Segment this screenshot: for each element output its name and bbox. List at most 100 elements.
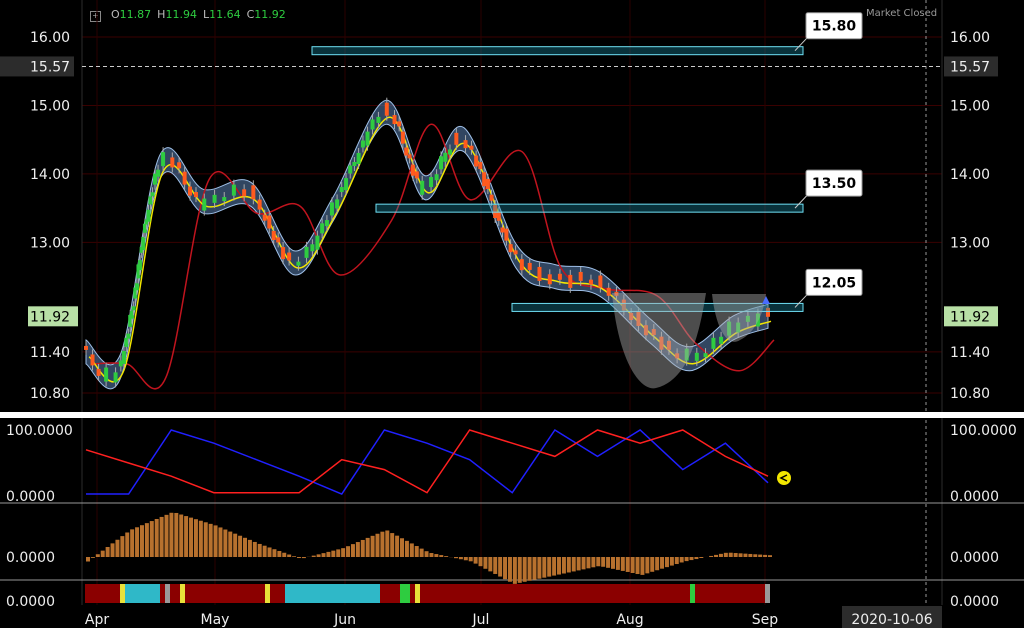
- trend-cell: [205, 584, 210, 603]
- candle: [513, 250, 518, 255]
- macd-bar: [164, 514, 169, 557]
- macd-bar: [90, 557, 95, 558]
- trend-cell: [310, 584, 315, 603]
- aroon-tick-right: 100.0000: [950, 423, 1017, 439]
- macd-bar: [390, 533, 395, 557]
- trend-cell: [420, 584, 425, 603]
- macd-bar: [625, 557, 630, 572]
- macd-bar: [655, 557, 660, 571]
- macd-bar: [346, 546, 351, 557]
- trend-cell: [245, 584, 250, 603]
- trend-cell: [685, 584, 690, 603]
- macd-bar: [135, 527, 140, 557]
- trend-cell: [295, 584, 300, 603]
- y-tick-label-right: 16.00: [950, 30, 990, 46]
- candle: [474, 155, 479, 167]
- macd-bar: [296, 557, 301, 559]
- macd-bar: [620, 557, 625, 571]
- macd-bar: [110, 543, 115, 557]
- candle: [324, 220, 329, 227]
- candle: [392, 115, 397, 125]
- macd-bar: [664, 557, 669, 568]
- candle: [537, 266, 542, 281]
- candle: [356, 152, 361, 164]
- candle: [329, 202, 334, 216]
- macd-bar: [714, 554, 719, 557]
- macd-bar: [218, 527, 223, 557]
- macd-bar: [350, 544, 355, 557]
- trend-cell: [200, 584, 205, 603]
- macd-bar: [169, 512, 174, 557]
- macd-bar: [95, 554, 100, 557]
- candle: [352, 161, 357, 166]
- macd-bar: [561, 557, 566, 574]
- macd-bar: [301, 557, 306, 559]
- trend-cell: [250, 584, 255, 603]
- macd-bar: [689, 557, 694, 561]
- macd-bar: [105, 546, 110, 557]
- macd-bar: [159, 516, 164, 557]
- trend-cell: [760, 584, 765, 603]
- trend-cell: [230, 584, 235, 603]
- macd-bar: [768, 555, 772, 557]
- y-tick-label-left: 16.00: [30, 30, 70, 46]
- trend-cell: [670, 584, 675, 603]
- macd-bar: [473, 557, 478, 564]
- trend-cell: [445, 584, 450, 603]
- macd-bar: [414, 546, 419, 557]
- macd-bar: [630, 557, 635, 573]
- macd-bar: [292, 556, 297, 557]
- macd-bar: [610, 557, 615, 569]
- trend-cell: [320, 584, 325, 603]
- trend-cell: [125, 584, 130, 603]
- macd-bar: [660, 557, 665, 569]
- macd-bar: [208, 523, 213, 557]
- macd-bar: [439, 555, 444, 557]
- trend-cell: [95, 584, 100, 603]
- x-tick-label: May: [201, 612, 230, 628]
- macd-bar: [498, 557, 503, 577]
- trend-cell: [350, 584, 355, 603]
- trend-cell: [335, 584, 340, 603]
- macd-bar: [679, 557, 684, 563]
- trend-cell: [480, 584, 485, 603]
- trend-cell: [100, 584, 105, 603]
- trend-cell: [220, 584, 225, 603]
- candle: [557, 273, 562, 280]
- macd-bar: [355, 542, 360, 557]
- trend-cell: [290, 584, 295, 603]
- candle: [478, 162, 483, 170]
- macd-bar: [512, 557, 517, 584]
- macd-bar: [400, 538, 405, 557]
- macd-bar: [287, 554, 292, 557]
- trend-cell: [710, 584, 715, 603]
- macd-bar: [547, 557, 552, 577]
- y-tick-label-left: 11.40: [30, 345, 70, 361]
- macd-bar: [527, 557, 532, 581]
- candle: [242, 189, 247, 197]
- macd-bar: [385, 530, 390, 557]
- macd-bar: [458, 557, 463, 560]
- trend-cell: [765, 584, 770, 603]
- candle: [485, 178, 490, 189]
- macd-bar: [115, 539, 120, 557]
- x-tick-label: Jul: [472, 612, 490, 628]
- macd-bar: [723, 552, 728, 557]
- trend-cell: [720, 584, 725, 603]
- trend-cell: [430, 584, 435, 603]
- trend-cell: [315, 584, 320, 603]
- trend-cell: [365, 584, 370, 603]
- resistance-zone: [311, 46, 804, 56]
- trend-cell: [660, 584, 665, 603]
- macd-bar: [125, 532, 130, 557]
- candle: [443, 152, 448, 162]
- y-tick-label-right: 13.00: [950, 235, 990, 251]
- trend-cell: [345, 584, 350, 603]
- macd-bar: [326, 551, 331, 557]
- macd-bar: [493, 557, 498, 574]
- trend-cell: [730, 584, 735, 603]
- candle: [384, 102, 389, 116]
- trend-cell: [645, 584, 650, 603]
- trend-cell: [305, 584, 310, 603]
- candle: [281, 247, 286, 260]
